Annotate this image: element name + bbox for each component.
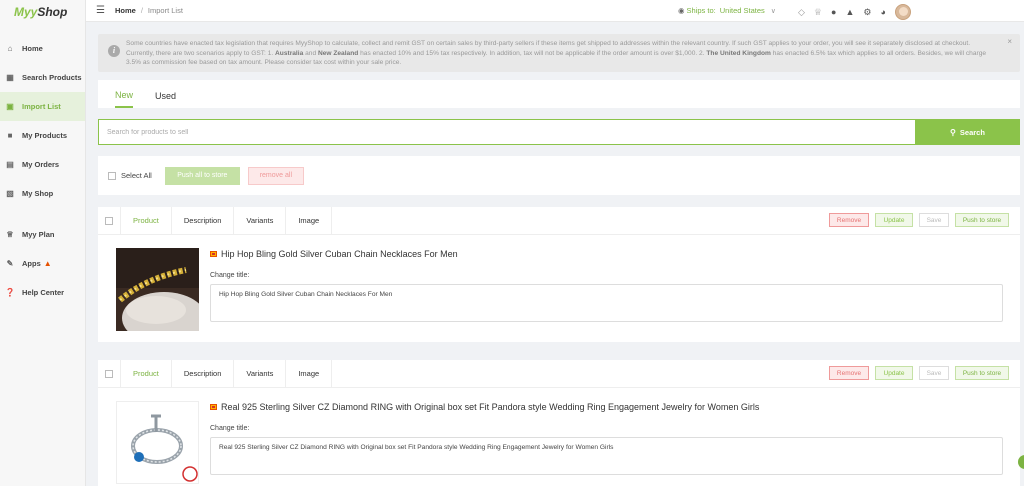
- save-button[interactable]: Save: [919, 213, 949, 227]
- search-input[interactable]: [98, 119, 915, 145]
- sidebar-item-label: My Orders: [22, 160, 60, 169]
- tab-description[interactable]: Description: [172, 207, 235, 234]
- sidebar-item-label: Search Products: [22, 73, 82, 82]
- breadcrumb-separator: /: [140, 6, 143, 15]
- product-image[interactable]: [116, 248, 199, 331]
- sidebar-item-search-products[interactable]: ▦ Search Products: [0, 63, 85, 92]
- sidebar-item-help-center[interactable]: ❓ Help Center: [0, 278, 85, 307]
- source-flag-icon: [210, 404, 217, 410]
- chevron-down-icon: ∨: [770, 7, 776, 15]
- help-icon: ❓: [5, 288, 15, 297]
- sidebar-item-label: Myy Plan: [22, 230, 55, 239]
- sidebar-item-home[interactable]: ⌂ Home: [0, 34, 85, 63]
- tab-variants[interactable]: Variants: [234, 360, 287, 387]
- menu-collapse-icon[interactable]: ☰: [96, 5, 105, 16]
- tab-image[interactable]: Image: [286, 360, 333, 387]
- crown-icon: ♕: [6, 230, 14, 239]
- change-title-label: Change title:: [210, 272, 250, 279]
- tax-notice: i Some countries have enacted tax legisl…: [98, 34, 1020, 72]
- location-pin-icon: ◉: [678, 6, 685, 15]
- sidebar-item-label: Apps: [22, 259, 41, 268]
- sidebar-item-myy-plan[interactable]: ♕ Myy Plan: [0, 220, 85, 249]
- save-button[interactable]: Save: [919, 366, 949, 380]
- remove-button[interactable]: Remove: [829, 213, 869, 227]
- select-all-label: Select All: [121, 171, 152, 180]
- tab-description[interactable]: Description: [172, 360, 235, 387]
- avatar[interactable]: [894, 4, 911, 20]
- product-title[interactable]: Real 925 Sterling Silver CZ Diamond RING…: [210, 402, 759, 412]
- source-flag-icon: [210, 251, 217, 257]
- push-to-store-button[interactable]: Push to store: [955, 366, 1009, 380]
- box-icon: ■: [7, 131, 13, 140]
- tab-used[interactable]: Used: [155, 91, 176, 108]
- thumbs-up-icon: ✎: [6, 259, 14, 268]
- sidebar-item-label: My Shop: [22, 189, 54, 198]
- info-icon: i: [108, 45, 120, 57]
- product-card: Product Description Variants Image Remov…: [98, 207, 1020, 342]
- push-to-store-button[interactable]: Push to store: [955, 213, 1009, 227]
- product-card-tabs: Product Description Variants Image Remov…: [98, 207, 1020, 235]
- product-checkbox[interactable]: [105, 216, 113, 225]
- ships-to-label: Ships to:: [686, 6, 716, 15]
- grid-icon: ▦: [6, 73, 14, 82]
- sidebar-item-label: Help Center: [22, 288, 65, 297]
- change-title-label: Change title:: [210, 425, 250, 432]
- product-title[interactable]: Hip Hop Bling Gold Silver Cuban Chain Ne…: [210, 249, 458, 259]
- breadcrumb-current: Import List: [147, 6, 183, 15]
- sidebar-item-my-products[interactable]: ■ My Products: [0, 121, 85, 150]
- sidebar: Myy Shop ⌂ Home ▦ Search Products ▣ Impor…: [0, 0, 86, 486]
- sidebar-item-my-shop[interactable]: ▧ My Shop: [0, 179, 85, 208]
- top-icons: ◇ ♕ ● ▲ ⚙ ◕: [798, 4, 920, 20]
- crown-icon[interactable]: ♕: [814, 7, 822, 18]
- close-icon[interactable]: ×: [1007, 37, 1012, 47]
- product-card: Product Description Variants Image Remov…: [98, 360, 1020, 486]
- bell-icon[interactable]: ▲: [845, 7, 854, 17]
- sidebar-item-label: My Products: [22, 131, 68, 140]
- tab-variants[interactable]: Variants: [234, 207, 287, 234]
- remove-all-button[interactable]: remove all: [247, 166, 304, 185]
- search-button[interactable]: ⚲ Search: [915, 119, 1020, 145]
- tab-product[interactable]: Product: [121, 207, 172, 234]
- app-logo[interactable]: Myy Shop: [0, 0, 85, 24]
- product-image[interactable]: [116, 401, 199, 484]
- sidebar-item-apps[interactable]: ✎ Apps ▲: [0, 249, 85, 278]
- globe-icon[interactable]: ◕: [880, 7, 885, 17]
- ships-to-selector[interactable]: ◉ Ships to: United States ∨: [678, 6, 776, 15]
- condition-tabs: New Used: [98, 80, 1020, 108]
- search-bar: ⚲ Search: [98, 119, 1020, 145]
- sidebar-item-label: Home: [22, 44, 43, 53]
- remove-button[interactable]: Remove: [829, 366, 869, 380]
- title-input[interactable]: Hip Hop Bling Gold Silver Cuban Chain Ne…: [210, 284, 1003, 322]
- update-button[interactable]: Update: [875, 366, 913, 380]
- shop-icon: ▧: [6, 189, 14, 198]
- product-checkbox[interactable]: [105, 369, 113, 378]
- sidebar-item-my-orders[interactable]: ▤ My Orders: [0, 150, 85, 179]
- home-icon: ⌂: [7, 44, 13, 53]
- sidebar-item-import-list[interactable]: ▣ Import List: [0, 92, 85, 121]
- ships-to-country: United States: [719, 6, 765, 15]
- tab-new[interactable]: New: [115, 90, 134, 108]
- orders-icon: ▤: [6, 160, 14, 169]
- breadcrumb-home[interactable]: Home: [115, 6, 136, 15]
- flame-icon: ▲: [43, 259, 52, 268]
- title-input[interactable]: Real 925 Sterling Silver CZ Diamond RING…: [210, 437, 1003, 475]
- compass-icon[interactable]: ●: [831, 7, 836, 17]
- tab-product[interactable]: Product: [121, 360, 172, 387]
- sidebar-item-label: Import List: [22, 102, 61, 111]
- push-all-button[interactable]: Push all to store: [164, 166, 240, 185]
- tab-image[interactable]: Image: [286, 207, 333, 234]
- search-icon: ⚲: [950, 127, 956, 137]
- bulk-actions-bar: Select All Push all to store remove all: [98, 156, 1020, 195]
- diamond-icon[interactable]: ◇: [798, 7, 805, 18]
- gear-icon[interactable]: ⚙: [863, 7, 871, 18]
- import-icon: ▣: [6, 102, 14, 111]
- select-all-checkbox[interactable]: [108, 171, 116, 180]
- product-card-tabs: Product Description Variants Image Remov…: [98, 360, 1020, 388]
- update-button[interactable]: Update: [875, 213, 913, 227]
